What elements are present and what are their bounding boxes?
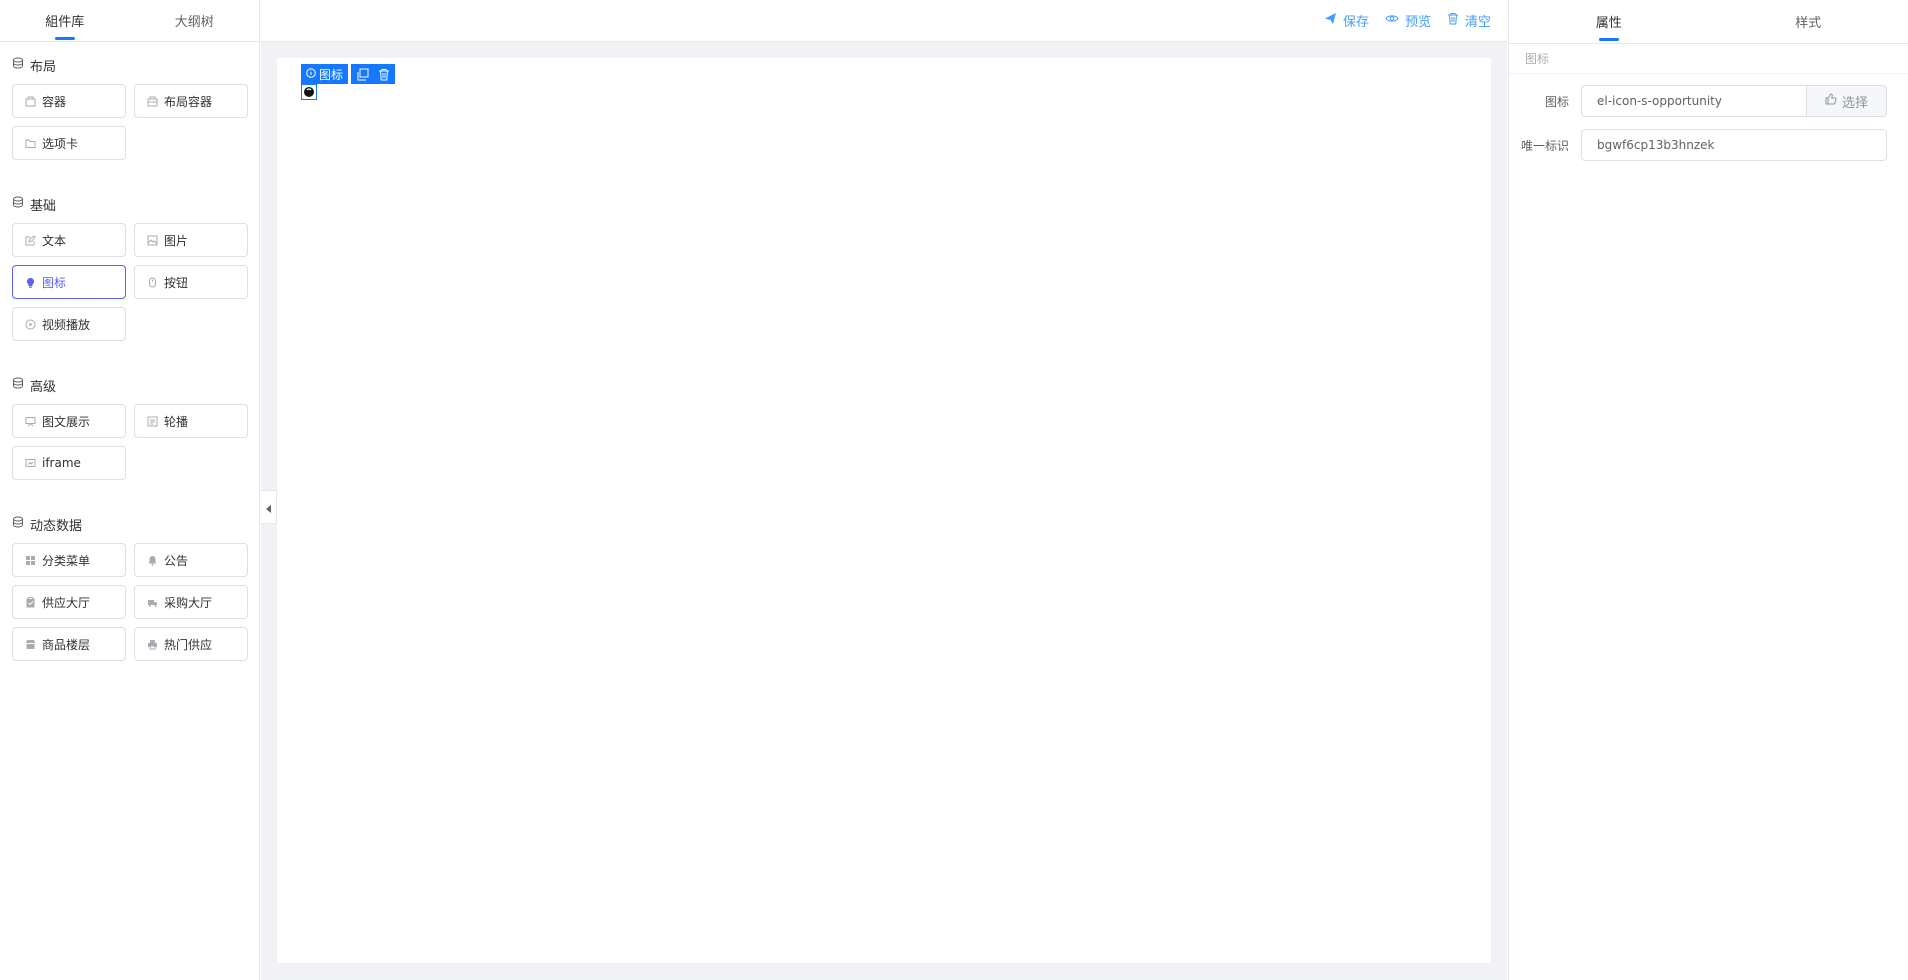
opportunity-icon [303, 83, 315, 102]
opportunity-icon [25, 277, 36, 288]
news-icon [147, 416, 158, 427]
unique-id-input[interactable]: bgwf6cp13b3hnzek [1581, 129, 1887, 161]
group-basic: 基础 文本 图片 图标 按钮 视频播放 [0, 194, 259, 341]
component-product-floor[interactable]: 商品楼层 [12, 627, 126, 661]
grid-icon [25, 555, 36, 566]
toolbar: 保存 预览 清空 [261, 0, 1507, 42]
mouse-icon [147, 277, 158, 288]
group-dynamic-data: 动态数据 分类菜单 公告 供应大厅 采购大厅 商品楼层 热门供应 [0, 514, 259, 661]
form-row-unique-id: 唯一标识 bgwf6cp13b3hnzek [1509, 129, 1908, 161]
section-title: 图标 [1509, 44, 1908, 74]
video-play-icon [25, 319, 36, 330]
layout-box-icon [147, 96, 158, 107]
component-icon[interactable]: 图标 [12, 265, 126, 299]
properties-panel: 属性 样式 图标 图标 el-icon-s-opportunity 选择 唯一标… [1508, 0, 1908, 980]
group-layout: 布局 容器 布局容器 选项卡 [0, 55, 259, 160]
selection-actions [351, 64, 396, 84]
printer-icon [147, 639, 158, 650]
collapse-panel-toggle[interactable] [261, 490, 277, 524]
copy-icon[interactable] [356, 68, 369, 81]
component-panel: 組件库 大纲树 布局 容器 布局容器 选项卡 基础 文本 图片 图标 按钮 视频… [0, 0, 260, 980]
send-icon [1324, 12, 1337, 29]
select-icon-button[interactable]: 选择 [1807, 85, 1887, 117]
left-tabs: 組件库 大纲树 [0, 0, 259, 42]
folder-icon [25, 138, 36, 149]
database-icon [12, 377, 24, 393]
component-video-play[interactable]: 视频播放 [12, 307, 126, 341]
truck-icon [147, 597, 158, 608]
group-title: 基础 [12, 194, 247, 214]
component-supply-hall[interactable]: 供应大厅 [12, 585, 126, 619]
unique-id-label: 唯一标识 [1520, 138, 1569, 153]
edit-icon [25, 234, 36, 246]
selected-icon-element[interactable] [301, 84, 317, 100]
component-hot-supply[interactable]: 热门供应 [134, 627, 248, 661]
component-text[interactable]: 文本 [12, 223, 126, 257]
group-title: 动态数据 [12, 514, 247, 534]
form-row-icon: 图标 el-icon-s-opportunity 选择 [1509, 85, 1908, 117]
info-icon [306, 67, 316, 81]
clear-button[interactable]: 清空 [1447, 11, 1491, 30]
component-purchase-hall[interactable]: 采购大厅 [134, 585, 248, 619]
icon-input[interactable]: el-icon-s-opportunity [1581, 85, 1807, 117]
editor-center: 保存 预览 清空 图标 [261, 0, 1507, 980]
tab-outline-tree[interactable]: 大纲树 [130, 0, 260, 41]
group-title: 高级 [12, 375, 247, 395]
database-icon [12, 57, 24, 73]
thumb-icon [1825, 93, 1837, 109]
delete-icon[interactable] [377, 68, 390, 81]
component-image-text[interactable]: 图文展示 [12, 404, 126, 438]
save-button[interactable]: 保存 [1324, 11, 1369, 30]
right-tabs: 属性 样式 [1509, 0, 1908, 44]
eye-icon [1385, 12, 1399, 29]
component-layout-container[interactable]: 布局容器 [134, 84, 248, 118]
component-image[interactable]: 图片 [134, 223, 248, 257]
shop-icon [25, 639, 36, 650]
selected-component-label: 图标 [301, 64, 349, 84]
group-advanced: 高级 图文展示 轮播 iframe [0, 375, 259, 480]
component-button[interactable]: 按钮 [134, 265, 248, 299]
board-icon [25, 416, 36, 427]
editor-app: 組件库 大纲树 布局 容器 布局容器 选项卡 基础 文本 图片 图标 按钮 视频… [0, 0, 1908, 980]
group-title: 布局 [12, 55, 247, 75]
database-icon [12, 516, 24, 532]
selection-toolbar: 图标 [301, 64, 396, 84]
component-iframe[interactable]: iframe [12, 446, 126, 480]
clipboard-icon [25, 596, 36, 608]
component-category-menu[interactable]: 分类菜单 [12, 543, 126, 577]
bell-icon [147, 555, 158, 566]
component-notice[interactable]: 公告 [134, 543, 248, 577]
caret-left-icon [265, 498, 272, 517]
design-canvas[interactable]: 图标 [277, 58, 1491, 963]
icon-field-label: 图标 [1544, 94, 1569, 109]
component-carousel[interactable]: 轮播 [134, 404, 248, 438]
picture-icon [147, 235, 158, 246]
icon-input-group: el-icon-s-opportunity 选择 [1581, 85, 1887, 117]
box-icon [25, 96, 36, 107]
tab-styles[interactable]: 样式 [1709, 0, 1908, 43]
delete-icon [1447, 12, 1459, 29]
monitor-icon [25, 458, 36, 469]
preview-button[interactable]: 预览 [1385, 11, 1431, 30]
component-container[interactable]: 容器 [12, 84, 126, 118]
database-icon [12, 196, 24, 212]
tab-component-library[interactable]: 組件库 [0, 0, 130, 41]
component-tabs[interactable]: 选项卡 [12, 126, 126, 160]
tab-properties[interactable]: 属性 [1509, 0, 1709, 43]
